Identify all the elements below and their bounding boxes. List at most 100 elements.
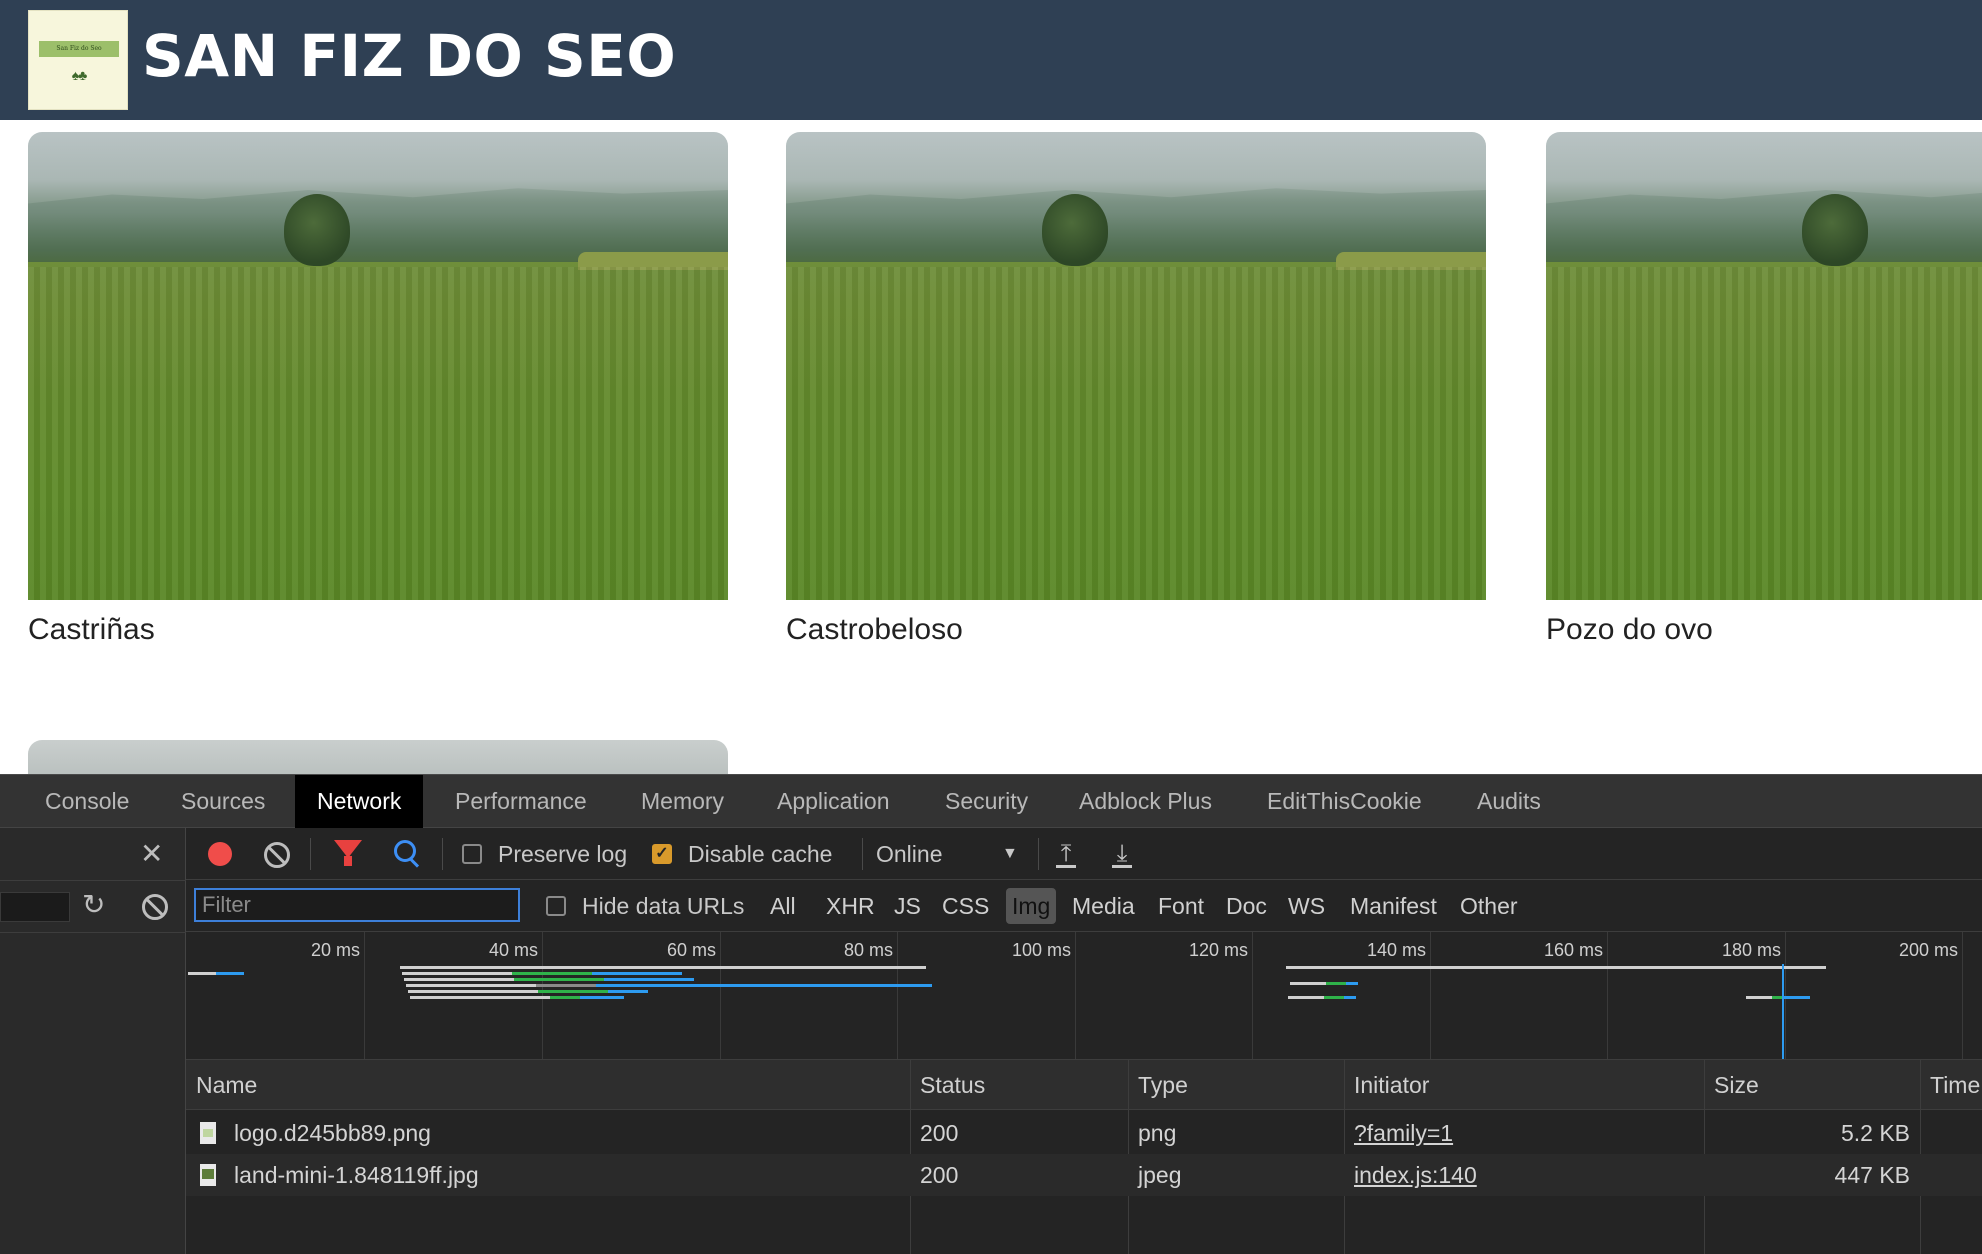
devtools-tab-bar: Console Sources Network Performance Memo…: [0, 774, 1982, 828]
timeline-bar: [514, 978, 604, 981]
logo-trees-icon: ♠♣: [71, 67, 88, 83]
filter-type-css[interactable]: CSS: [938, 888, 993, 924]
request-status: 200: [920, 1162, 959, 1188]
column-header-type[interactable]: Type: [1138, 1060, 1188, 1110]
tab-console[interactable]: Console: [23, 775, 151, 828]
chevron-down-icon[interactable]: ▼: [1002, 828, 1018, 880]
disable-cache-label[interactable]: Disable cache: [688, 828, 832, 880]
timeline-bar: [404, 978, 514, 981]
request-name[interactable]: land-mini-1.848119ff.jpg: [234, 1154, 479, 1196]
filter-type-ws[interactable]: WS: [1284, 888, 1329, 924]
network-filter-bar: Hide data URLs All XHR JS CSS Img Media …: [186, 880, 1982, 932]
request-size: 5.2 KB: [1840, 1120, 1910, 1146]
place-card-caption[interactable]: Castriñas: [28, 612, 728, 648]
column-header-status[interactable]: Status: [920, 1060, 985, 1110]
disable-cache-checkbox[interactable]: ✓: [652, 844, 672, 864]
tab-application[interactable]: Application: [755, 775, 912, 828]
tab-memory[interactable]: Memory: [619, 775, 746, 828]
devtools-drawer-sidebar: ✕ ↻: [0, 828, 186, 1254]
jpg-file-icon: [200, 1164, 216, 1186]
timeline-bar: [608, 990, 648, 993]
network-timeline-overview[interactable]: 20 ms 40 ms 60 ms 80 ms 100 ms 120 ms 14…: [186, 932, 1982, 1060]
timeline-bar: [604, 978, 694, 981]
filter-type-media[interactable]: Media: [1068, 888, 1139, 924]
filter-type-all[interactable]: All: [766, 888, 800, 924]
export-har-icon[interactable]: ⤓: [1110, 840, 1134, 868]
tab-performance[interactable]: Performance: [433, 775, 609, 828]
timeline-bar: [1346, 982, 1358, 985]
timeline-bar: [400, 966, 926, 969]
place-card-image[interactable]: [786, 132, 1486, 600]
timeline-bar: [596, 984, 932, 987]
search-icon[interactable]: [394, 840, 416, 862]
throttle-select[interactable]: Online: [876, 828, 942, 880]
place-card-caption[interactable]: Pozo do ovo: [1546, 612, 1982, 648]
column-header-size[interactable]: Size: [1714, 1060, 1759, 1110]
site-title[interactable]: SAN FIZ DO SEO: [142, 20, 676, 92]
hide-data-urls-label[interactable]: Hide data URLs: [582, 880, 744, 932]
reload-icon[interactable]: ↻: [82, 888, 105, 922]
timeline-bar: [216, 972, 244, 975]
request-status: 200: [920, 1120, 959, 1146]
timeline-bar: [512, 972, 592, 975]
png-file-icon: [200, 1122, 216, 1144]
place-card-3[interactable]: Pozo do ovo: [1546, 132, 1982, 648]
column-header-name[interactable]: Name: [196, 1060, 257, 1110]
column-header-initiator[interactable]: Initiator: [1354, 1060, 1429, 1110]
site-logo[interactable]: San Fiz do Seo ♠♣: [28, 10, 128, 110]
timeline-tick-label: 160 ms: [1543, 940, 1603, 960]
filter-type-manifest[interactable]: Manifest: [1346, 888, 1441, 924]
timeline-tick-label: 140 ms: [1366, 940, 1426, 960]
sidebar-search-input[interactable]: [0, 892, 70, 922]
place-card-image[interactable]: [28, 132, 728, 600]
column-header-time[interactable]: Time: [1930, 1060, 1980, 1110]
timeline-bar: [406, 984, 536, 987]
request-initiator-link[interactable]: index.js:140: [1354, 1154, 1477, 1196]
preserve-log-label[interactable]: Preserve log: [498, 828, 627, 880]
timeline-bar: [410, 996, 550, 999]
hide-data-urls-checkbox[interactable]: [546, 896, 566, 916]
timeline-bar: [1290, 982, 1326, 985]
block-icon[interactable]: [142, 894, 168, 920]
filter-type-other[interactable]: Other: [1456, 888, 1522, 924]
tab-adblock-plus[interactable]: Adblock Plus: [1057, 775, 1234, 828]
timeline-bar: [1324, 996, 1344, 999]
place-card-1[interactable]: Castriñas: [28, 132, 728, 648]
timeline-tick-label: 60 ms: [666, 940, 716, 960]
request-name[interactable]: logo.d245bb89.png: [234, 1112, 431, 1154]
filter-type-doc[interactable]: Doc: [1222, 888, 1271, 924]
timeline-bar: [1746, 996, 1772, 999]
place-card-2[interactable]: Castrobeloso: [786, 132, 1486, 648]
table-row[interactable]: logo.d245bb89.png 200 png ?family=1 5.2 …: [186, 1112, 1982, 1154]
clear-icon[interactable]: [264, 842, 290, 868]
request-size: 447 KB: [1834, 1162, 1910, 1188]
place-card-image[interactable]: [1546, 132, 1982, 600]
place-card-caption[interactable]: Castrobeloso: [786, 612, 1486, 648]
filter-input[interactable]: [194, 888, 520, 922]
timeline-bar: [1286, 966, 1826, 969]
timeline-bar: [536, 984, 596, 987]
request-initiator-link[interactable]: ?family=1: [1354, 1112, 1453, 1154]
table-row[interactable]: land-mini-1.848119ff.jpg 200 jpeg index.…: [186, 1154, 1982, 1196]
timeline-tick-label: 80 ms: [843, 940, 893, 960]
timeline-tick-label: 120 ms: [1188, 940, 1248, 960]
tab-network[interactable]: Network: [295, 775, 424, 828]
preserve-log-checkbox[interactable]: [462, 844, 482, 864]
tab-editthiscookie[interactable]: EditThisCookie: [1245, 775, 1444, 828]
filter-icon[interactable]: [334, 840, 362, 866]
filter-type-img[interactable]: Img: [1006, 888, 1057, 924]
close-icon[interactable]: ✕: [140, 838, 163, 870]
network-request-table: Name Status Type Initiator Size Time log…: [186, 1060, 1982, 1254]
timeline-bar: [592, 972, 682, 975]
filter-type-font[interactable]: Font: [1154, 888, 1208, 924]
tab-sources[interactable]: Sources: [159, 775, 287, 828]
table-header: Name Status Type Initiator Size Time: [186, 1060, 1982, 1110]
filter-type-js[interactable]: JS: [890, 888, 925, 924]
request-type: png: [1138, 1120, 1177, 1146]
tab-audits[interactable]: Audits: [1455, 775, 1563, 828]
timeline-load-marker: [1782, 964, 1784, 1059]
tab-security[interactable]: Security: [923, 775, 1050, 828]
filter-type-xhr[interactable]: XHR: [822, 888, 879, 924]
record-button[interactable]: [208, 842, 232, 866]
import-har-icon[interactable]: ⤒: [1054, 840, 1078, 868]
